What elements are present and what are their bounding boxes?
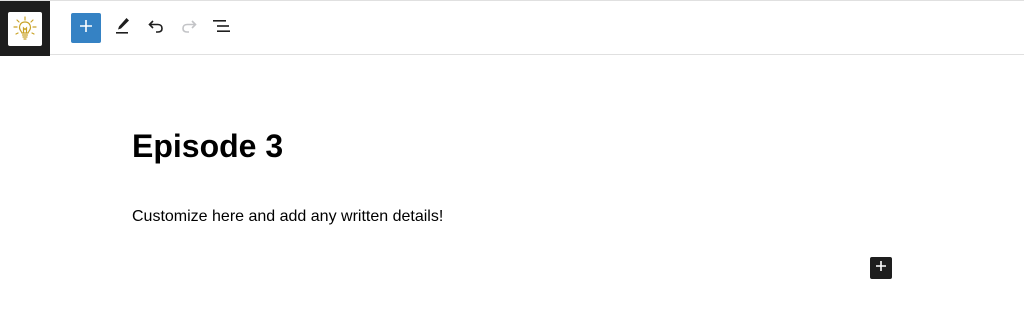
list-view-button[interactable]: [207, 13, 237, 43]
pencil-icon: [114, 16, 132, 41]
undo-button[interactable]: [141, 13, 171, 43]
paragraph-block[interactable]: Customize here and add any written detai…: [132, 206, 443, 228]
redo-button[interactable]: [174, 13, 204, 43]
plus-icon: [875, 259, 887, 277]
block-inserter-button[interactable]: [71, 13, 101, 43]
post-title[interactable]: Episode 3: [132, 124, 283, 168]
editor-toolbar: [0, 0, 1024, 56]
site-logo-button[interactable]: [0, 1, 50, 56]
redo-icon: [180, 17, 198, 40]
undo-icon: [147, 17, 165, 40]
list-view-icon: [212, 18, 232, 39]
plus-icon: [79, 19, 93, 38]
add-block-button[interactable]: [870, 257, 892, 279]
lightbulb-icon: [8, 11, 42, 46]
tools-button[interactable]: [108, 13, 138, 43]
